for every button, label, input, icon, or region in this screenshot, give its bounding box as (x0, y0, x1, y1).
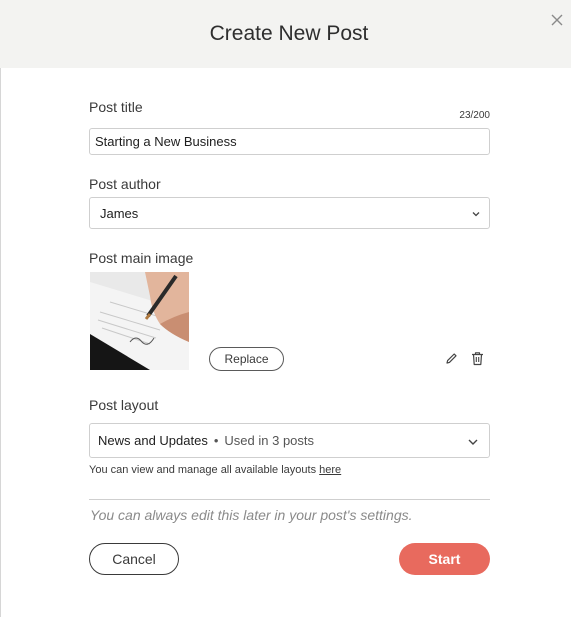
post-author-label: Post author (89, 176, 161, 192)
start-button[interactable]: Start (399, 543, 490, 575)
layout-help-text-body: You can view and manage all available la… (89, 464, 317, 476)
trash-icon[interactable] (471, 351, 484, 366)
chevron-down-icon (468, 439, 478, 445)
edit-later-note: You can always edit this later in your p… (90, 507, 413, 523)
post-image-label: Post main image (89, 250, 194, 266)
post-title-label: Post title (89, 99, 143, 115)
post-layout-label: Post layout (89, 397, 159, 413)
cancel-button[interactable]: Cancel (89, 543, 179, 575)
post-layout-select[interactable]: News and Updates • Used in 3 posts (89, 423, 490, 458)
replace-image-button[interactable]: Replace (209, 347, 284, 371)
layout-separator: • (213, 433, 219, 448)
create-post-dialog: Create New Post Post title 23/200 Starti… (0, 0, 571, 617)
layouts-here-link[interactable]: here (319, 464, 341, 476)
dialog-title: Create New Post (209, 22, 369, 45)
post-layout-value: News and Updates • Used in 3 posts (98, 433, 314, 448)
edit-icon[interactable] (445, 352, 458, 365)
dialog-left-border (0, 68, 1, 617)
title-char-counter: 23/200 (459, 110, 490, 121)
post-main-image (90, 272, 189, 370)
close-icon[interactable] (549, 12, 565, 28)
post-author-value: James (100, 206, 139, 221)
layout-help-text: You can view and manage all available la… (89, 464, 341, 476)
dialog-header: Create New Post (0, 0, 571, 68)
layout-name: News and Updates (98, 433, 208, 448)
divider (89, 499, 490, 500)
post-title-input[interactable]: Starting a New Business (89, 128, 490, 155)
layout-usage: Used in 3 posts (224, 433, 315, 448)
post-author-select[interactable]: James (89, 197, 490, 229)
chevron-down-icon (472, 212, 480, 217)
